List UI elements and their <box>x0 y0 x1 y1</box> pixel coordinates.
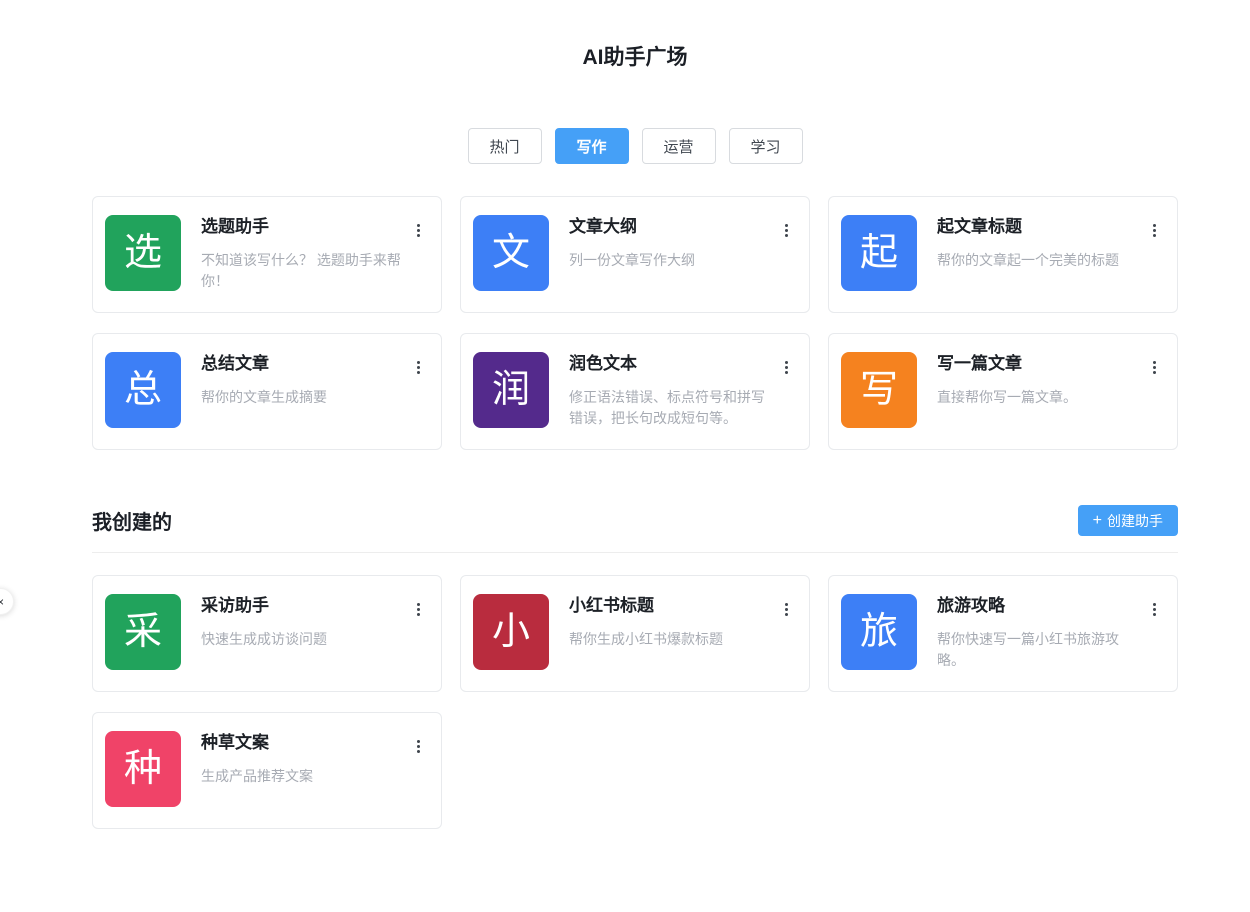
more-options-button[interactable] <box>775 217 797 243</box>
card-body: 旅游攻略帮你快速写一篇小红书旅游攻略。 <box>937 594 1142 673</box>
kebab-icon <box>1145 603 1163 616</box>
assistant-card[interactable]: 润 润色文本修正语法错误、标点符号和拼写错误，把长句改成短句等。 <box>460 333 810 450</box>
tab-hot[interactable]: 热门 <box>468 128 542 164</box>
card-body: 写一篇文章直接帮你写一篇文章。 <box>937 352 1077 431</box>
card-body: 小红书标题帮你生成小红书爆款标题 <box>569 594 723 673</box>
assistant-title: 选题助手 <box>201 217 406 237</box>
assistant-card[interactable]: 采 采访助手快速生成成访谈问题 <box>92 575 442 692</box>
assistant-avatar-char: 写 <box>860 371 898 409</box>
plus-icon: + <box>1093 513 1102 529</box>
tab-operation[interactable]: 运营 <box>642 128 716 164</box>
assistant-description: 帮你的文章起一个完美的标题 <box>937 250 1119 271</box>
assistant-card[interactable]: 种 种草文案生成产品推荐文案 <box>92 712 442 829</box>
assistant-title: 写一篇文章 <box>937 354 1077 374</box>
more-options-button[interactable] <box>775 596 797 622</box>
more-options-button[interactable] <box>407 596 429 622</box>
assistant-avatar-char: 种 <box>124 750 162 788</box>
assistant-avatar: 种 <box>105 731 181 807</box>
kebab-icon <box>777 224 795 237</box>
tab-writing[interactable]: 写作 <box>555 128 629 164</box>
assistant-avatar: 文 <box>473 215 549 291</box>
kebab-icon <box>409 740 427 753</box>
assistant-avatar: 起 <box>841 215 917 291</box>
kebab-icon <box>1145 361 1163 374</box>
section-title: 我创建的 <box>92 506 172 535</box>
kebab-icon <box>777 603 795 616</box>
kebab-icon <box>409 603 427 616</box>
more-options-button[interactable] <box>1143 596 1165 622</box>
assistant-description: 不知道该写什么？ 选题助手来帮你！ <box>201 250 406 292</box>
assistant-card[interactable]: 选 选题助手不知道该写什么？ 选题助手来帮你！ <box>92 196 442 313</box>
assistant-title: 起文章标题 <box>937 217 1119 237</box>
assistant-avatar: 采 <box>105 594 181 670</box>
assistant-description: 帮你的文章生成摘要 <box>201 387 327 408</box>
assistant-description: 生成产品推荐文案 <box>201 766 313 787</box>
assistant-title: 润色文本 <box>569 354 774 374</box>
assistant-title: 旅游攻略 <box>937 596 1142 616</box>
close-icon: × <box>0 596 4 608</box>
card-body: 起文章标题帮你的文章起一个完美的标题 <box>937 215 1119 294</box>
assistant-description: 快速生成成访谈问题 <box>201 629 327 650</box>
card-body: 选题助手不知道该写什么？ 选题助手来帮你！ <box>201 215 406 294</box>
assistant-description: 帮你生成小红书爆款标题 <box>569 629 723 650</box>
assistant-avatar-char: 起 <box>860 234 898 272</box>
plaza-card-grid: 选 选题助手不知道该写什么？ 选题助手来帮你！ 文 文章大纲列一份文章写作大纲 起 起文章… <box>92 196 1178 450</box>
assistant-avatar: 总 <box>105 352 181 428</box>
assistant-avatar: 小 <box>473 594 549 670</box>
kebab-icon <box>409 361 427 374</box>
card-body: 采访助手快速生成成访谈问题 <box>201 594 327 673</box>
assistant-description: 直接帮你写一篇文章。 <box>937 387 1077 408</box>
assistant-card[interactable]: 旅 旅游攻略帮你快速写一篇小红书旅游攻略。 <box>828 575 1178 692</box>
section-divider <box>92 552 1178 553</box>
tab-study[interactable]: 学习 <box>729 128 803 164</box>
assistant-avatar: 写 <box>841 352 917 428</box>
assistant-description: 帮你快速写一篇小红书旅游攻略。 <box>937 629 1142 671</box>
assistant-avatar-char: 采 <box>124 613 162 651</box>
assistant-title: 种草文案 <box>201 733 313 753</box>
assistant-avatar-char: 文 <box>492 234 530 272</box>
card-body: 总结文章帮你的文章生成摘要 <box>201 352 327 431</box>
kebab-icon <box>1145 224 1163 237</box>
assistant-avatar-char: 润 <box>492 371 530 409</box>
assistant-description: 列一份文章写作大纲 <box>569 250 695 271</box>
assistant-title: 文章大纲 <box>569 217 695 237</box>
assistant-avatar-char: 旅 <box>860 613 898 651</box>
more-options-button[interactable] <box>407 217 429 243</box>
assistant-card[interactable]: 起 起文章标题帮你的文章起一个完美的标题 <box>828 196 1178 313</box>
assistant-avatar: 润 <box>473 352 549 428</box>
assistant-card[interactable]: 总 总结文章帮你的文章生成摘要 <box>92 333 442 450</box>
assistant-avatar: 旅 <box>841 594 917 670</box>
assistant-card[interactable]: 文 文章大纲列一份文章写作大纲 <box>460 196 810 313</box>
more-options-button[interactable] <box>407 354 429 380</box>
more-options-button[interactable] <box>407 733 429 759</box>
assistant-card[interactable]: 小 小红书标题帮你生成小红书爆款标题 <box>460 575 810 692</box>
assistant-avatar-char: 小 <box>492 613 530 651</box>
sidebar-collapse-button[interactable]: × <box>0 588 14 615</box>
my-card-grid: 采 采访助手快速生成成访谈问题 小 小红书标题帮你生成小红书爆款标题 旅 旅游攻略帮你快速… <box>92 575 1178 829</box>
assistant-title: 总结文章 <box>201 354 327 374</box>
kebab-icon <box>777 361 795 374</box>
assistant-avatar-char: 选 <box>124 234 162 272</box>
assistant-card[interactable]: 写 写一篇文章直接帮你写一篇文章。 <box>828 333 1178 450</box>
assistant-description: 修正语法错误、标点符号和拼写错误，把长句改成短句等。 <box>569 387 774 429</box>
my-created-section-header: 我创建的 + 创建助手 <box>92 505 1178 536</box>
more-options-button[interactable] <box>1143 217 1165 243</box>
page-title: AI助手广场 <box>92 44 1178 72</box>
card-body: 文章大纲列一份文章写作大纲 <box>569 215 695 294</box>
card-body: 润色文本修正语法错误、标点符号和拼写错误，把长句改成短句等。 <box>569 352 774 431</box>
assistant-plaza-page: AI助手广场 热门写作运营学习 选选题助手不知道该写什么？ 选题助手来帮你！文文… <box>92 44 1178 829</box>
kebab-icon <box>409 224 427 237</box>
assistant-avatar: 选 <box>105 215 181 291</box>
assistant-avatar-char: 总 <box>124 371 162 409</box>
more-options-button[interactable] <box>1143 354 1165 380</box>
card-body: 种草文案生成产品推荐文案 <box>201 731 313 810</box>
assistant-title: 小红书标题 <box>569 596 723 616</box>
create-assistant-button[interactable]: + 创建助手 <box>1078 505 1178 536</box>
more-options-button[interactable] <box>775 354 797 380</box>
tab-bar: 热门写作运营学习 <box>92 128 1178 164</box>
assistant-title: 采访助手 <box>201 596 327 616</box>
create-assistant-label: 创建助手 <box>1107 511 1163 531</box>
